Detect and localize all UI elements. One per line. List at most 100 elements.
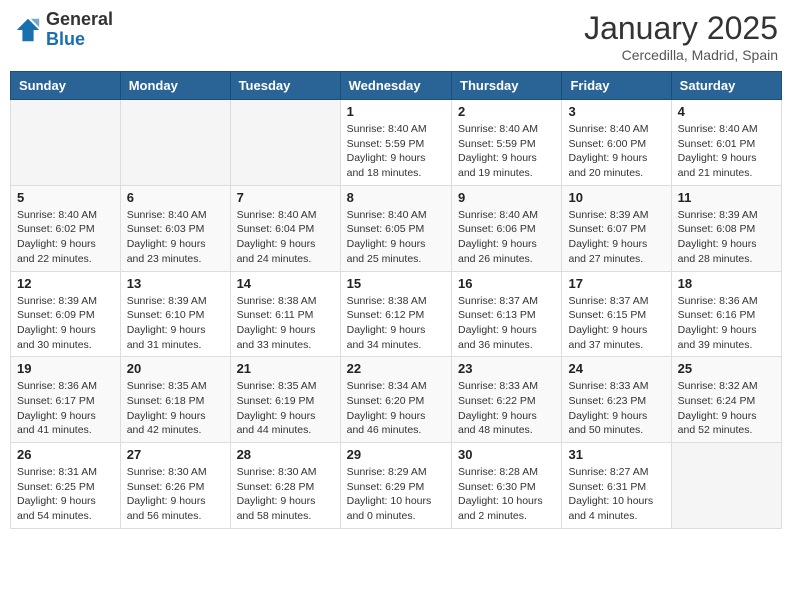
calendar-cell: 4 Sunrise: 8:40 AM Sunset: 6:01 PM Daylig…: [671, 100, 781, 186]
day-info: Sunrise: 8:39 AM Sunset: 6:09 PM Dayligh…: [17, 294, 114, 353]
logo-icon: [14, 16, 42, 44]
calendar-cell: [671, 443, 781, 529]
day-info: Sunrise: 8:40 AM Sunset: 6:02 PM Dayligh…: [17, 208, 114, 267]
day-number: 13: [127, 276, 224, 291]
day-info: Sunrise: 8:40 AM Sunset: 5:59 PM Dayligh…: [347, 122, 445, 181]
day-number: 30: [458, 447, 555, 462]
day-info: Sunrise: 8:37 AM Sunset: 6:15 PM Dayligh…: [568, 294, 664, 353]
day-number: 8: [347, 190, 445, 205]
day-number: 21: [237, 361, 334, 376]
calendar-cell: 13 Sunrise: 8:39 AM Sunset: 6:10 PM Dayli…: [120, 271, 230, 357]
day-number: 17: [568, 276, 664, 291]
calendar-cell: 11 Sunrise: 8:39 AM Sunset: 6:08 PM Dayli…: [671, 185, 781, 271]
location: Cercedilla, Madrid, Spain: [584, 47, 778, 63]
day-info: Sunrise: 8:39 AM Sunset: 6:08 PM Dayligh…: [678, 208, 775, 267]
calendar-cell: 8 Sunrise: 8:40 AM Sunset: 6:05 PM Daylig…: [340, 185, 451, 271]
month-title: January 2025: [584, 10, 778, 47]
day-info: Sunrise: 8:33 AM Sunset: 6:22 PM Dayligh…: [458, 379, 555, 438]
day-number: 15: [347, 276, 445, 291]
calendar-cell: 20Sunrise: 8:35 AM Sunset: 6:18 PM Dayli…: [120, 357, 230, 443]
day-number: 25: [678, 361, 775, 376]
weekday-header-tuesday: Tuesday: [230, 72, 340, 100]
calendar-cell: 18 Sunrise: 8:36 AM Sunset: 6:16 PM Dayli…: [671, 271, 781, 357]
day-info: Sunrise: 8:36 AM Sunset: 6:17 PM Dayligh…: [17, 379, 114, 438]
weekday-header-saturday: Saturday: [671, 72, 781, 100]
day-info: Sunrise: 8:33 AM Sunset: 6:23 PM Dayligh…: [568, 379, 664, 438]
weekday-header-friday: Friday: [562, 72, 671, 100]
day-number: 23: [458, 361, 555, 376]
calendar-cell: 17 Sunrise: 8:37 AM Sunset: 6:15 PM Dayli…: [562, 271, 671, 357]
calendar-cell: 30Sunrise: 8:28 AM Sunset: 6:30 PM Dayli…: [452, 443, 562, 529]
day-number: 31: [568, 447, 664, 462]
day-number: 3: [568, 104, 664, 119]
day-info: Sunrise: 8:40 AM Sunset: 6:04 PM Dayligh…: [237, 208, 334, 267]
day-info: Sunrise: 8:37 AM Sunset: 6:13 PM Dayligh…: [458, 294, 555, 353]
day-number: 18: [678, 276, 775, 291]
day-info: Sunrise: 8:40 AM Sunset: 6:05 PM Dayligh…: [347, 208, 445, 267]
page-header: General Blue January 2025 Cercedilla, Ma…: [10, 10, 782, 63]
calendar-cell: [120, 100, 230, 186]
weekday-header-sunday: Sunday: [11, 72, 121, 100]
day-info: Sunrise: 8:40 AM Sunset: 6:01 PM Dayligh…: [678, 122, 775, 181]
day-number: 27: [127, 447, 224, 462]
day-info: Sunrise: 8:30 AM Sunset: 6:26 PM Dayligh…: [127, 465, 224, 524]
calendar-cell: 2 Sunrise: 8:40 AM Sunset: 5:59 PM Daylig…: [452, 100, 562, 186]
day-info: Sunrise: 8:36 AM Sunset: 6:16 PM Dayligh…: [678, 294, 775, 353]
calendar-cell: 24 Sunrise: 8:33 AM Sunset: 6:23 PM Dayli…: [562, 357, 671, 443]
day-number: 28: [237, 447, 334, 462]
day-info: Sunrise: 8:40 AM Sunset: 6:03 PM Dayligh…: [127, 208, 224, 267]
calendar-cell: 21 Sunrise: 8:35 AM Sunset: 6:19 PM Dayli…: [230, 357, 340, 443]
day-number: 24: [568, 361, 664, 376]
calendar-cell: 23 Sunrise: 8:33 AM Sunset: 6:22 PM Dayli…: [452, 357, 562, 443]
calendar-table: SundayMondayTuesdayWednesdayThursdayFrid…: [10, 71, 782, 529]
day-info: Sunrise: 8:35 AM Sunset: 6:18 PM Dayligh…: [127, 379, 224, 438]
calendar-cell: 12 Sunrise: 8:39 AM Sunset: 6:09 PM Dayli…: [11, 271, 121, 357]
calendar-cell: 31 Sunrise: 8:27 AM Sunset: 6:31 PM Dayli…: [562, 443, 671, 529]
day-number: 11: [678, 190, 775, 205]
day-info: Sunrise: 8:38 AM Sunset: 6:12 PM Dayligh…: [347, 294, 445, 353]
day-info: Sunrise: 8:29 AM Sunset: 6:29 PM Dayligh…: [347, 465, 445, 524]
day-info: Sunrise: 8:27 AM Sunset: 6:31 PM Dayligh…: [568, 465, 664, 524]
calendar-week-row: 12 Sunrise: 8:39 AM Sunset: 6:09 PM Dayli…: [11, 271, 782, 357]
calendar-cell: 5 Sunrise: 8:40 AM Sunset: 6:02 PM Daylig…: [11, 185, 121, 271]
calendar-cell: 25 Sunrise: 8:32 AM Sunset: 6:24 PM Dayli…: [671, 357, 781, 443]
day-info: Sunrise: 8:39 AM Sunset: 6:07 PM Dayligh…: [568, 208, 664, 267]
weekday-header-row: SundayMondayTuesdayWednesdayThursdayFrid…: [11, 72, 782, 100]
day-number: 10: [568, 190, 664, 205]
day-info: Sunrise: 8:40 AM Sunset: 6:00 PM Dayligh…: [568, 122, 664, 181]
calendar-cell: 28Sunrise: 8:30 AM Sunset: 6:28 PM Dayli…: [230, 443, 340, 529]
calendar-cell: 22 Sunrise: 8:34 AM Sunset: 6:20 PM Dayli…: [340, 357, 451, 443]
weekday-header-thursday: Thursday: [452, 72, 562, 100]
calendar-cell: 26Sunrise: 8:31 AM Sunset: 6:25 PM Dayli…: [11, 443, 121, 529]
calendar-cell: 27 Sunrise: 8:30 AM Sunset: 6:26 PM Dayli…: [120, 443, 230, 529]
day-number: 14: [237, 276, 334, 291]
calendar-cell: [230, 100, 340, 186]
logo-text: General Blue: [46, 10, 113, 50]
day-info: Sunrise: 8:38 AM Sunset: 6:11 PM Dayligh…: [237, 294, 334, 353]
day-number: 7: [237, 190, 334, 205]
day-info: Sunrise: 8:31 AM Sunset: 6:25 PM Dayligh…: [17, 465, 114, 524]
day-info: Sunrise: 8:32 AM Sunset: 6:24 PM Dayligh…: [678, 379, 775, 438]
day-number: 5: [17, 190, 114, 205]
calendar-cell: 14 Sunrise: 8:38 AM Sunset: 6:11 PM Dayli…: [230, 271, 340, 357]
day-info: Sunrise: 8:35 AM Sunset: 6:19 PM Dayligh…: [237, 379, 334, 438]
day-info: Sunrise: 8:34 AM Sunset: 6:20 PM Dayligh…: [347, 379, 445, 438]
day-info: Sunrise: 8:40 AM Sunset: 6:06 PM Dayligh…: [458, 208, 555, 267]
calendar-cell: 6 Sunrise: 8:40 AM Sunset: 6:03 PM Daylig…: [120, 185, 230, 271]
logo: General Blue: [14, 10, 113, 50]
calendar-cell: 29 Sunrise: 8:29 AM Sunset: 6:29 PM Dayli…: [340, 443, 451, 529]
weekday-header-wednesday: Wednesday: [340, 72, 451, 100]
day-number: 12: [17, 276, 114, 291]
calendar-week-row: 26Sunrise: 8:31 AM Sunset: 6:25 PM Dayli…: [11, 443, 782, 529]
calendar-week-row: 19Sunrise: 8:36 AM Sunset: 6:17 PM Dayli…: [11, 357, 782, 443]
day-info: Sunrise: 8:39 AM Sunset: 6:10 PM Dayligh…: [127, 294, 224, 353]
calendar-cell: 7 Sunrise: 8:40 AM Sunset: 6:04 PM Daylig…: [230, 185, 340, 271]
day-number: 22: [347, 361, 445, 376]
day-number: 29: [347, 447, 445, 462]
day-info: Sunrise: 8:40 AM Sunset: 5:59 PM Dayligh…: [458, 122, 555, 181]
day-number: 2: [458, 104, 555, 119]
day-number: 4: [678, 104, 775, 119]
day-number: 6: [127, 190, 224, 205]
day-number: 16: [458, 276, 555, 291]
day-number: 9: [458, 190, 555, 205]
